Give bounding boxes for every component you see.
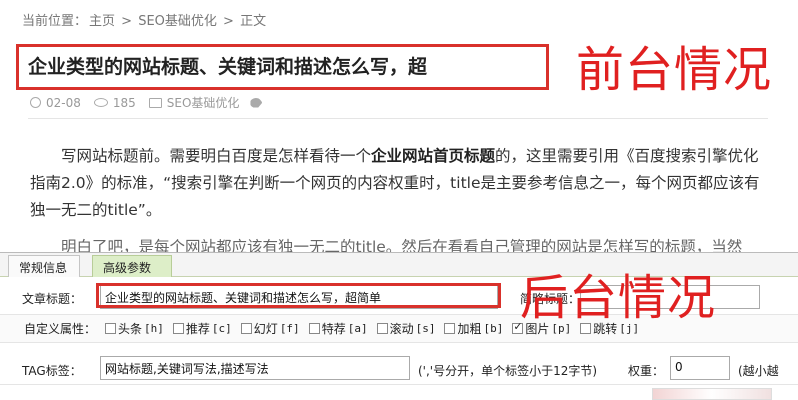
tag-row: TAG标签： 网站标题,关键词写法,描述写法 (','号分开，单个标签小于12字… xyxy=(0,351,798,385)
tag-icon xyxy=(250,97,263,108)
attribute-option[interactable]: 特荐 [a] xyxy=(305,320,368,337)
attributes-label: 自定义属性： xyxy=(24,322,97,336)
paragraph-bold-text: 企业网站首页标题 xyxy=(371,147,496,165)
article-date: 02-08 xyxy=(46,95,81,110)
attribute-name: 特荐 xyxy=(321,322,346,336)
attribute-name: 推荐 xyxy=(185,322,210,336)
paragraph-text: 写网站标题前。需要明白百度是怎样看待一个 xyxy=(61,147,372,165)
attribute-name: 头条 xyxy=(118,322,143,336)
tag-input[interactable]: 网站标题,关键词写法,描述写法 xyxy=(100,356,410,380)
checkbox[interactable] xyxy=(105,323,117,334)
breadcrumb-category-link[interactable]: SEO基础优化 xyxy=(138,14,217,29)
eye-icon xyxy=(93,98,108,107)
clock-icon xyxy=(30,97,41,108)
attribute-option[interactable]: 头条 [h] xyxy=(101,320,164,337)
attribute-code: [c] xyxy=(211,322,232,335)
attribute-option[interactable]: 滚动 [s] xyxy=(373,320,436,337)
tab-advanced-params[interactable]: 高级参数 xyxy=(92,255,172,277)
attribute-code: [f] xyxy=(279,322,300,335)
title-label: 文章标题： xyxy=(22,292,83,306)
checkbox[interactable] xyxy=(240,323,252,334)
checkbox[interactable] xyxy=(444,323,456,334)
attribute-option[interactable]: 幻灯 [f] xyxy=(237,320,300,337)
weight-label: 权重： xyxy=(628,364,665,378)
article-views: 185 xyxy=(112,95,136,110)
attribute-option[interactable]: 推荐 [c] xyxy=(169,320,232,337)
meta-divider xyxy=(28,118,768,119)
attribute-code: [s] xyxy=(415,322,436,335)
breadcrumb-prefix: 当前位置： xyxy=(22,14,88,29)
attribute-name: 滚动 xyxy=(389,322,414,336)
attribute-code: [b] xyxy=(483,322,504,335)
attribute-code: [h] xyxy=(144,322,164,335)
front-highlight-box xyxy=(16,44,549,90)
breadcrumb-separator: > xyxy=(218,14,239,29)
folder-icon xyxy=(148,97,162,108)
attribute-name: 加粗 xyxy=(457,322,482,336)
breadcrumb-separator: > xyxy=(117,14,137,29)
tag-hint: (','号分开，单个标签小于12字节) xyxy=(418,364,598,378)
checkbox[interactable] xyxy=(172,323,184,334)
attribute-code: [a] xyxy=(347,322,368,335)
article-category-link[interactable]: SEO基础优化 xyxy=(167,94,240,111)
breadcrumb-current: 正文 xyxy=(240,14,267,29)
article-paragraph-1: 写网站标题前。需要明白百度是怎样看待一个企业网站首页标题的，这里需要引用《百度搜… xyxy=(30,143,770,224)
weight-input[interactable]: 0 xyxy=(670,356,730,380)
breadcrumb-home-link[interactable]: 主页 xyxy=(89,14,115,29)
back-highlight-box xyxy=(96,283,501,308)
attribute-name: 幻灯 xyxy=(253,322,278,336)
front-annotation-label: 前台情况 xyxy=(576,42,773,98)
thumbnail-image xyxy=(652,388,772,400)
weight-hint: (越小越 xyxy=(738,364,779,378)
tab-general-info[interactable]: 常规信息 xyxy=(8,255,80,277)
tag-label: TAG标签： xyxy=(22,364,82,378)
back-annotation-label: 后台情况 xyxy=(520,270,717,326)
article-meta: 02-08 185 SEO基础优化 xyxy=(30,94,263,111)
checkbox[interactable] xyxy=(376,323,388,334)
checkbox[interactable] xyxy=(308,323,320,334)
attribute-option[interactable]: 加粗 [b] xyxy=(440,320,503,337)
